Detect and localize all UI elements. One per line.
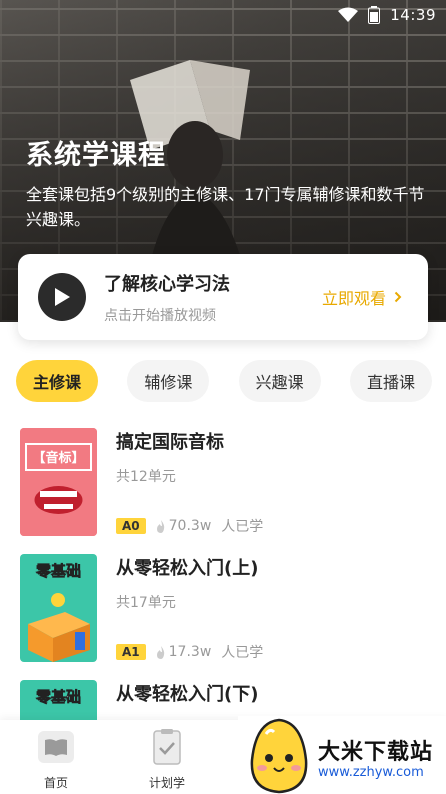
battery-icon [368,6,381,24]
course-title: 搞定国际音标 [116,432,224,453]
egg-mascot-icon [250,718,308,794]
watch-now-label: 立即观看 [321,289,386,308]
nav-home[interactable]: 首页 [21,728,91,791]
thumb-label: 零基础 [35,688,81,706]
tab-major[interactable]: 主修课 [16,360,98,402]
watch-now-link[interactable]: 立即观看 [322,285,402,309]
thumb-label: 【音标】 [32,450,84,466]
course-title: 从零轻松入门(上) [116,558,259,579]
view-count: 17.3w [168,644,212,660]
status-bar: 14:39 [338,4,436,26]
play-button[interactable] [38,273,86,321]
clipboard-check-icon [153,729,181,765]
course-item[interactable]: 【音标】 搞定国际音标 共12单元 A0 70.3w 人已学 [20,428,430,538]
intro-title: 了解核心学习法 [104,273,230,295]
level-badge: A0 [116,518,146,534]
intro-video-card[interactable]: 了解核心学习法 点击开始播放视频 立即观看 [18,254,428,340]
course-units: 共17单元 [116,595,176,611]
page-title: 系统学课程 [26,140,166,171]
tab-interest[interactable]: 兴趣课 [238,360,321,402]
course-meta: A1 17.3w 人已学 [116,642,263,662]
hero-description: 全套课包括9个级别的主修课、17门专属辅修课和数千节兴趣课。 [26,185,425,229]
level-badge: A1 [116,644,146,660]
intro-subtitle: 点击开始播放视频 [104,307,216,324]
watermark-text: 大米下载站 [318,740,434,765]
watermark-url: www.zzhyw.com [318,765,424,780]
nav-plan[interactable]: 计划学 [132,728,202,791]
play-icon [55,288,70,306]
thumb-label: 零基础 [35,562,81,580]
view-count: 70.3w [168,518,212,534]
fire-icon [156,519,164,533]
course-title: 从零轻松入门(下) [116,684,259,705]
nav-plan-label: 计划学 [148,776,185,790]
nav-home-label: 首页 [43,776,68,790]
course-thumbnail: 零基础 [20,554,97,662]
book-icon [38,731,74,763]
course-meta: A0 70.3w 人已学 [116,516,263,536]
course-item[interactable]: 零基础 从零轻松入门(上) 共17单元 A1 17.3w 人已学 [20,554,430,664]
fire-icon [156,645,164,659]
wifi-icon [338,7,359,23]
learners-label: 人已学 [221,645,264,661]
learners-label: 人已学 [221,519,264,535]
course-thumbnail: 【音标】 [20,428,97,536]
course-tabs: 主修课 辅修课 兴趣课 直播课 [16,360,432,402]
chevron-right-icon [394,291,402,303]
tab-minor[interactable]: 辅修课 [127,360,210,402]
course-units: 共12单元 [116,469,176,485]
tab-live[interactable]: 直播课 [349,360,432,402]
watermark: 大米下载站 www.zzhyw.com [238,716,446,794]
status-time: 14:39 [390,6,436,24]
